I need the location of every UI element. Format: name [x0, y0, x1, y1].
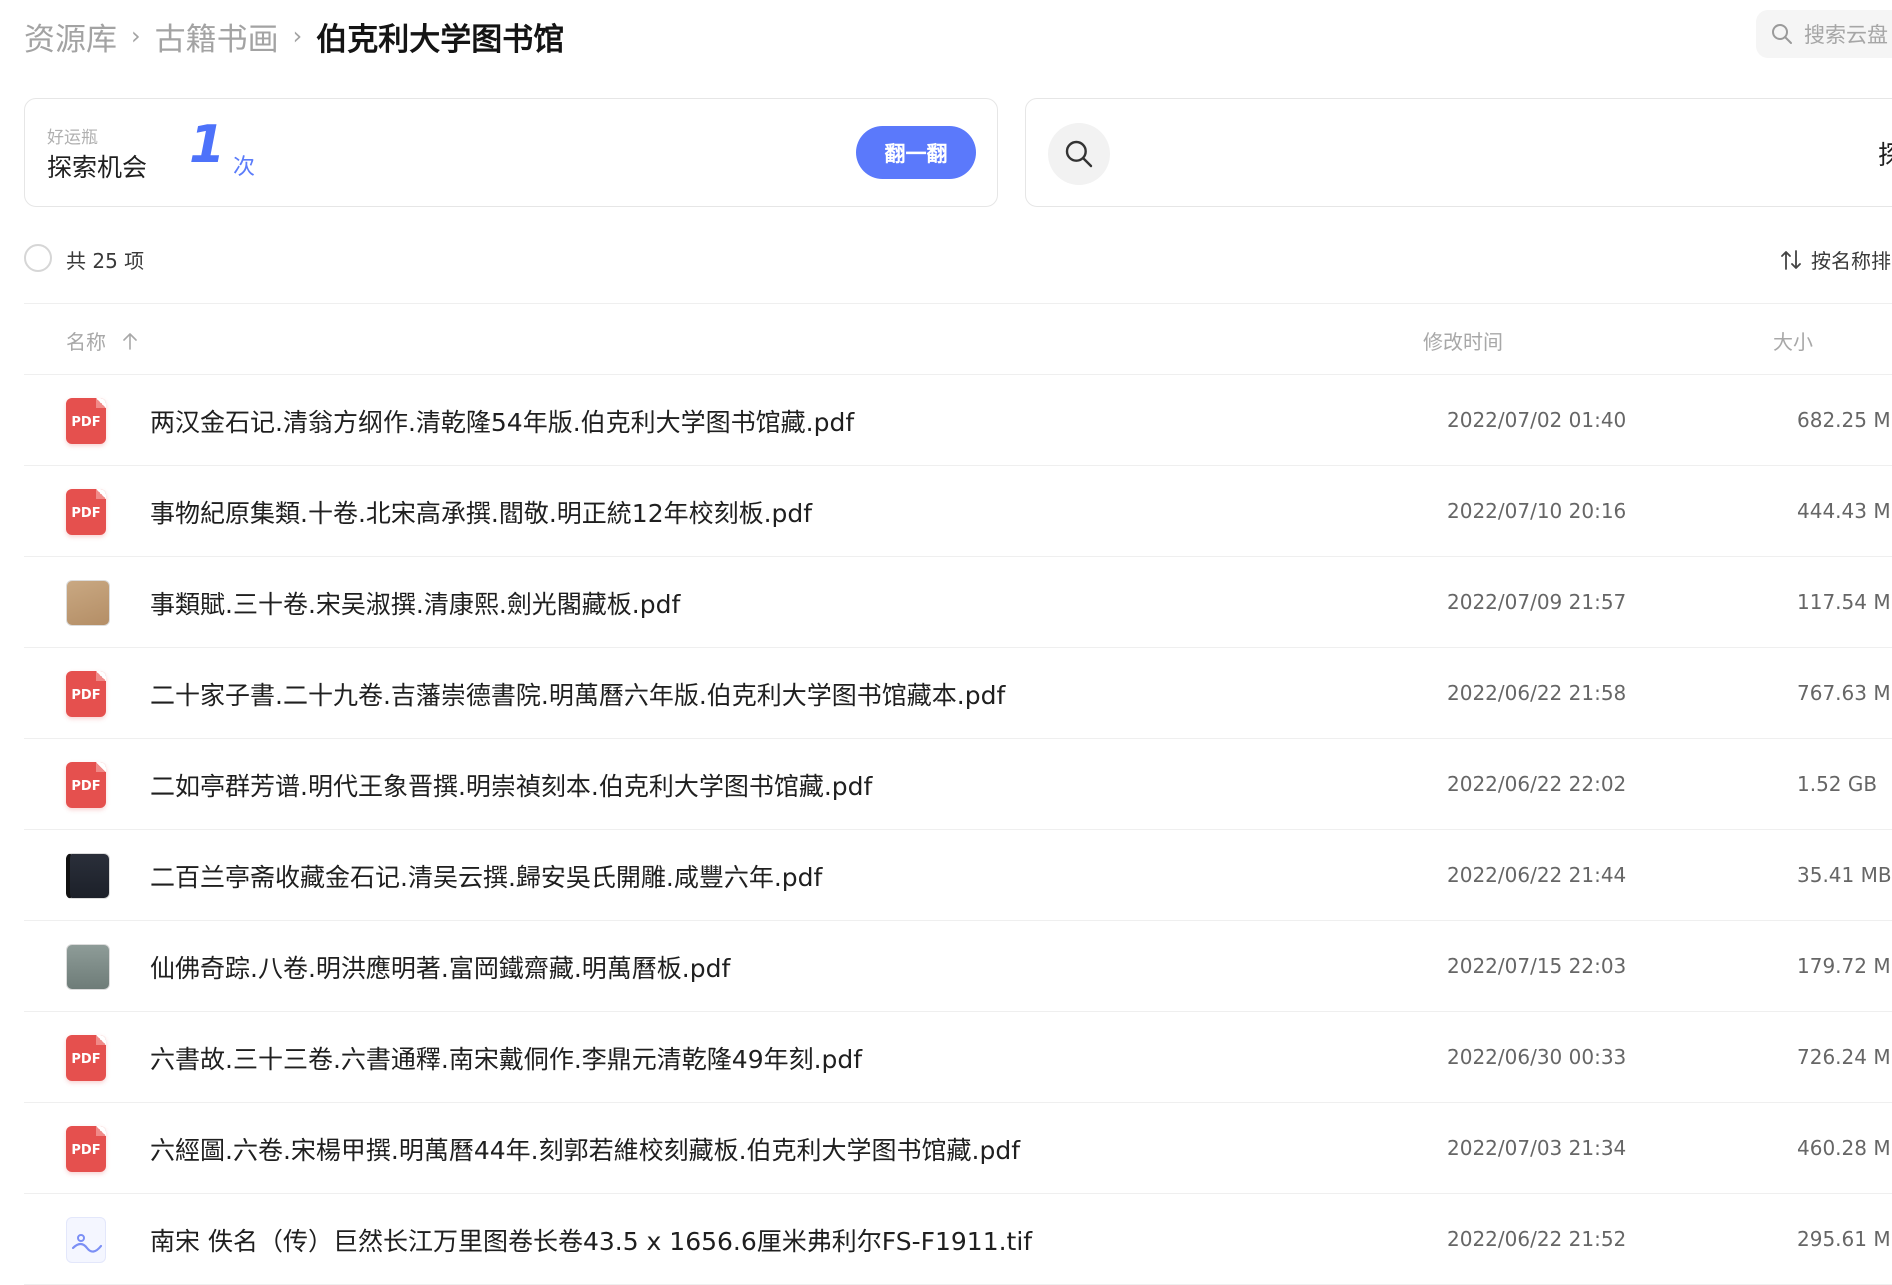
file-size: 117.54 MB	[1797, 590, 1892, 614]
file-name[interactable]: 仙佛奇踪.八卷.明洪應明著.富岡鐵齋藏.明萬曆板.pdf	[150, 949, 730, 985]
file-name[interactable]: 二如亭群芳谱.明代王象晋撰.明崇禎刻本.伯克利大学图书馆藏.pdf	[150, 767, 872, 803]
pdf-icon: PDF	[66, 762, 110, 808]
file-row[interactable]: PDF 六書故.三十三卷.六書通釋.南宋戴侗作.李鼎元清乾隆49年刻.pdf 202…	[24, 1012, 1892, 1103]
file-name[interactable]: 六經圖.六卷.宋楊甲撰.明萬曆44年.刻郭若維校刻藏板.伯克利大学图书馆藏.pd…	[150, 1131, 1020, 1167]
pdf-badge-label: PDF	[71, 1143, 101, 1158]
file-size: 35.41 MB	[1797, 863, 1892, 887]
file-size: 726.24 MB	[1797, 1045, 1892, 1069]
sort-label: 按名称排	[1811, 249, 1891, 273]
search-input[interactable]: 搜索云盘	[1756, 10, 1892, 58]
file-modified-time: 2022/06/22 21:52	[1447, 1227, 1627, 1251]
file-modified-time: 2022/07/02 01:40	[1447, 408, 1627, 432]
file-row[interactable]: 事類賦.三十卷.宋吴淑撰.清康熙.劍光閣藏板.pdf 2022/07/09 21:…	[24, 557, 1892, 648]
file-modified-time: 2022/07/09 21:57	[1447, 590, 1627, 614]
file-row[interactable]: PDF 二十家子書.二十九卷.吉藩崇德書院.明萬曆六年版.伯克利大学图书馆藏本.p…	[24, 648, 1892, 739]
breadcrumb: 资源库 › 古籍书画 › 伯克利大学图书馆	[24, 12, 564, 60]
file-name[interactable]: 六書故.三十三卷.六書通釋.南宋戴侗作.李鼎元清乾隆49年刻.pdf	[150, 1040, 862, 1076]
explore-card[interactable]: 探	[1025, 98, 1892, 207]
pdf-badge-label: PDF	[71, 688, 101, 703]
sort-icon	[1781, 249, 1801, 270]
thumbnail-gray-icon	[66, 944, 110, 990]
file-size: 179.72 MB	[1797, 954, 1892, 978]
file-name[interactable]: 事類賦.三十卷.宋吴淑撰.清康熙.劍光閣藏板.pdf	[150, 585, 680, 621]
column-header-name-label: 名称	[66, 330, 106, 354]
file-row[interactable]: PDF 二如亭群芳谱.明代王象晋撰.明崇禎刻本.伯克利大学图书馆藏.pdf 2022…	[24, 739, 1892, 830]
file-name[interactable]: 二十家子書.二十九卷.吉藩崇德書院.明萬曆六年版.伯克利大学图书馆藏本.pdf	[150, 676, 1005, 712]
file-name[interactable]: 二百兰亭斋收藏金石记.清吴云撰.歸安吳氏開雕.咸豐六年.pdf	[150, 858, 822, 894]
column-header-modified[interactable]: 修改时间	[1423, 326, 1503, 355]
file-row[interactable]: PDF 两汉金石记.清翁方纲作.清乾隆54年版.伯克利大学图书馆藏.pdf 2022…	[24, 375, 1892, 466]
file-size: 444.43 MB	[1797, 499, 1892, 523]
file-size: 682.25 MB	[1797, 408, 1892, 432]
file-size: 1.52 GB	[1797, 772, 1878, 796]
breadcrumb-separator: ›	[292, 22, 303, 50]
file-size: 295.61 MB	[1797, 1227, 1892, 1251]
file-name[interactable]: 南宋 佚名（传）巨然长江万里图卷长卷43.5 x 1656.6厘米弗利尔FS-F…	[150, 1222, 1032, 1258]
explore-card-text: 探	[1878, 141, 1892, 171]
search-icon	[1772, 24, 1792, 44]
flip-button[interactable]: 翻一翻	[856, 126, 976, 179]
breadcrumb-separator: ›	[131, 22, 141, 50]
pdf-icon: PDF	[66, 1035, 110, 1081]
column-header-name[interactable]: 名称	[66, 326, 138, 355]
pdf-badge-label: PDF	[71, 779, 101, 794]
file-name[interactable]: 两汉金石记.清翁方纲作.清乾隆54年版.伯克利大学图书馆藏.pdf	[150, 403, 854, 439]
pdf-icon: PDF	[66, 398, 110, 444]
breadcrumb-item-ancient-books[interactable]: 古籍书画	[155, 14, 279, 59]
column-header-size[interactable]: 大小	[1773, 326, 1813, 355]
item-count: 共 25 项	[66, 249, 145, 273]
pdf-icon: PDF	[66, 1126, 110, 1172]
page-title: 伯克利大学图书馆	[316, 21, 565, 58]
explore-search-button[interactable]	[1048, 123, 1110, 185]
chance-count: 1	[189, 115, 226, 175]
file-modified-time: 2022/06/22 22:02	[1447, 772, 1627, 796]
file-row[interactable]: PDF 事物紀原集類.十卷.北宋高承撰.閻敬.明正統12年校刻板.pdf 2022/…	[24, 466, 1892, 557]
pdf-badge-label: PDF	[71, 415, 101, 430]
file-modified-time: 2022/07/10 20:16	[1447, 499, 1627, 523]
card-title: 探索机会	[47, 153, 148, 182]
file-modified-time: 2022/06/30 00:33	[1447, 1045, 1627, 1069]
lucky-bottle-card: 好运瓶 探索机会 1 次 翻一翻	[24, 98, 998, 207]
file-row[interactable]: 二百兰亭斋收藏金石记.清吴云撰.歸安吳氏開雕.咸豐六年.pdf 2022/06/2…	[24, 830, 1892, 921]
thumbnail-dark-icon	[66, 853, 110, 899]
file-size: 460.28 MB	[1797, 1136, 1892, 1160]
file-row[interactable]: 仙佛奇踪.八卷.明洪應明著.富岡鐵齋藏.明萬曆板.pdf 2022/07/15 2…	[24, 921, 1892, 1012]
select-all-checkbox[interactable]	[24, 244, 52, 272]
file-row[interactable]: PDF 六經圖.六卷.宋楊甲撰.明萬曆44年.刻郭若維校刻藏板.伯克利大学图书馆藏…	[24, 1103, 1892, 1194]
file-modified-time: 2022/06/22 21:44	[1447, 863, 1627, 887]
image-file-icon	[66, 1217, 110, 1263]
file-name[interactable]: 事物紀原集類.十卷.北宋高承撰.閻敬.明正統12年校刻板.pdf	[150, 494, 812, 530]
file-modified-time: 2022/06/22 21:58	[1447, 681, 1627, 705]
file-row[interactable]: 南宋 佚名（传）巨然长江万里图卷长卷43.5 x 1656.6厘米弗利尔FS-F…	[24, 1194, 1892, 1285]
sort-button[interactable]: 按名称排	[1779, 245, 1891, 274]
breadcrumb-item-resources[interactable]: 资源库	[24, 14, 117, 59]
search-icon	[1065, 140, 1093, 168]
sort-ascending-icon	[123, 332, 137, 350]
file-modified-time: 2022/07/15 22:03	[1447, 954, 1627, 978]
thumbnail-tan-icon	[66, 580, 110, 626]
file-modified-time: 2022/07/03 21:34	[1447, 1136, 1627, 1160]
pdf-icon: PDF	[66, 489, 110, 535]
chance-unit: 次	[233, 155, 256, 180]
search-placeholder: 搜索云盘	[1804, 23, 1888, 47]
file-size: 767.63 MB	[1797, 681, 1892, 705]
pdf-badge-label: PDF	[71, 1052, 101, 1067]
card-subtitle: 好运瓶	[47, 128, 98, 148]
pdf-badge-label: PDF	[71, 506, 101, 521]
divider	[24, 303, 1892, 304]
pdf-icon: PDF	[66, 671, 110, 717]
